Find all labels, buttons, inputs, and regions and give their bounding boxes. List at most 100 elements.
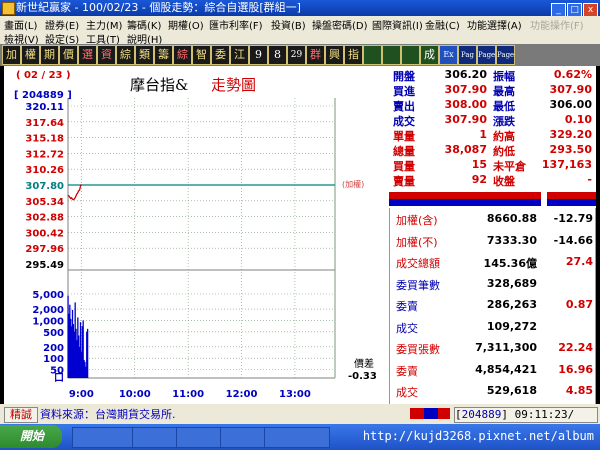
index-info-row: 委賣 4,854,421 16.96 [390,361,595,381]
index-info-value: 286,263 [486,298,537,311]
price-tick-label: 302.88 [25,213,64,224]
quote-label: 漲跌 [493,115,515,128]
toolbar-button[interactable]: 籌 [154,45,173,65]
index-info-row: 成交 529,618 4.85 [390,382,595,402]
quote-label: 總量 [393,145,415,158]
toolbar-button[interactable]: Pag [458,45,477,65]
toolbar-button[interactable]: 29 [287,45,306,65]
toolbar-button[interactable]: 群 [306,45,325,65]
main-panel: ( 02 / 23 ) [ 204889 ] 摩台指& 走勢圖 (加權) 價差 … [4,66,596,405]
time-tick-label: 9:00 [69,389,94,400]
toolbar-button[interactable]: 類 [135,45,154,65]
toolbar-button[interactable]: 智 [192,45,211,65]
toolbar-button[interactable]: Ex [439,45,458,65]
toolbar-button[interactable]: 指 [344,45,363,65]
quote-label: 約低 [493,145,515,158]
status-bar: 精誠 資料來源：台灣期貨交易所. [204889] 09:11:23/ [0,404,600,424]
grid-icon[interactable] [363,45,382,65]
watermark-url: http://kujd3268.pixnet.net/album [362,429,594,443]
task-button[interactable] [220,427,266,448]
index-info-label: 加權(不) [396,235,438,249]
toolbar-button[interactable]: 價 [59,45,78,65]
index-info-row: 成交總額 145.36億 27.4 [390,253,595,273]
toolbar-button[interactable]: 江 [230,45,249,65]
index-info-row: 加權(不) 7333.30 -14.66 [390,232,595,252]
index-info-change: 27.4 [565,255,593,268]
toolbar-button[interactable]: 8 [268,45,287,65]
quote-value: 329.20 [549,128,592,141]
quote-label: 約高 [493,130,515,143]
menu-item[interactable]: 操盤密碼(D) [312,17,368,32]
quote-value: 137,163 [541,158,592,171]
toolbar-button[interactable]: 選 [78,45,97,65]
task-button[interactable] [72,427,134,448]
page-up-button[interactable]: Page [477,45,496,65]
toolbar-button[interactable]: 9 [249,45,268,65]
time-tick-label: 12:00 [226,389,258,400]
toolbar-button[interactable]: 興 [325,45,344,65]
status-tag: 精誠 [4,407,38,423]
quote-value: 0.10 [564,113,592,126]
quote-row: 單量 1 約高 329.20 [389,128,596,143]
index-info-change: -12.79 [553,212,593,225]
index-info-label: 成交總額 [396,257,440,270]
window-title: 新世紀贏家 - 100/02/23 - 個股走勢：綜合自選股[群組一] [16,1,301,14]
toolbar-button[interactable]: 加 [2,45,21,65]
menu-item[interactable]: 主力(M) [86,17,122,32]
index-info-change: -14.66 [553,233,593,247]
index-info-value: 7,311,300 [475,341,537,354]
diff-label: 價差 [354,357,374,370]
menu-item[interactable]: 功能選擇(A) [467,17,522,32]
index-info-value: 7333.30 [486,233,537,247]
quote-value: 308.00 [444,98,487,111]
task-button[interactable] [264,427,330,448]
menu-item[interactable]: 國際資訊(I) [372,17,423,32]
chart-svg: ( 02 / 23 ) [ 204889 ] 摩台指& 走勢圖 (加權) 價差 … [4,66,387,404]
color-block-red [410,408,424,419]
status-time: 09:11:23 [514,408,568,421]
menu-item[interactable]: 證券(E) [45,17,79,32]
page-down-button[interactable]: Page [496,45,515,65]
quote-label: 賣出 [393,100,415,113]
bid-ask-bar-bottom [389,199,596,206]
task-button[interactable] [176,427,222,448]
toolbar-button[interactable]: 資 [97,45,116,65]
index-info-row: 委買筆數 328,689 [390,275,595,295]
index-info-value: 145.36億 [483,257,537,270]
task-button[interactable] [132,427,178,448]
toolbar-button[interactable]: 綜 [173,45,192,65]
status-source: 資料來源：台灣期貨交易所. [40,408,176,421]
toolbar-button[interactable]: 綜 [116,45,135,65]
menu-item[interactable]: 匯市利率(F) [209,17,263,32]
index-info-row: 委賣 286,263 0.87 [390,296,595,316]
volume-tick-label: 100 [43,354,64,365]
quote-row: 成交 307.90 漲跌 0.10 [389,113,596,128]
toolbar-button[interactable]: 成 [420,45,439,65]
menu-item[interactable]: 畫面(L) [4,17,37,32]
index-info-value: 328,689 [486,276,537,290]
volume-tick-label: 500 [43,328,64,339]
quote-label: 賣量 [393,175,415,188]
start-button[interactable]: 開始 [0,425,62,448]
color-block-blue [424,408,438,419]
menu-item[interactable]: 投資(B) [271,17,306,32]
menu-bar: 畫面(L) 證券(E) 主力(M) 籌碼(K) 期權(O) 匯市利率(F) 投資… [0,16,600,46]
quote-row: 開盤 306.20 振幅 0.62% [389,68,596,83]
menu-item[interactable]: 籌碼(K) [127,17,161,32]
menu-item[interactable]: 功能操作(F) [530,17,584,32]
chart-title-red: 走勢圖 [211,76,256,94]
price-tick-label: 317.64 [25,118,64,129]
toolbar-button[interactable]: 期 [40,45,59,65]
quote-row: 買進 307.90 最高 307.90 [389,83,596,98]
menu-item[interactable]: 金融(C) [425,17,460,32]
toolbar-button[interactable]: 權 [21,45,40,65]
chart-icon[interactable] [382,45,401,65]
index-info-change: 4.85 [565,384,593,397]
quote-panel: 開盤 306.20 振幅 0.62% 買進 307.90 最高 307.90 賣出 308.00 最… [389,66,596,405]
index-info-label: 委賣 [396,364,418,378]
menu-item[interactable]: 期權(O) [168,17,204,32]
price-chart: ( 02 / 23 ) [ 204889 ] 摩台指& 走勢圖 (加權) 價差 … [4,66,387,404]
quote-label: 買進 [393,85,415,98]
toolbar-button[interactable]: 委 [211,45,230,65]
table-icon[interactable] [401,45,420,65]
